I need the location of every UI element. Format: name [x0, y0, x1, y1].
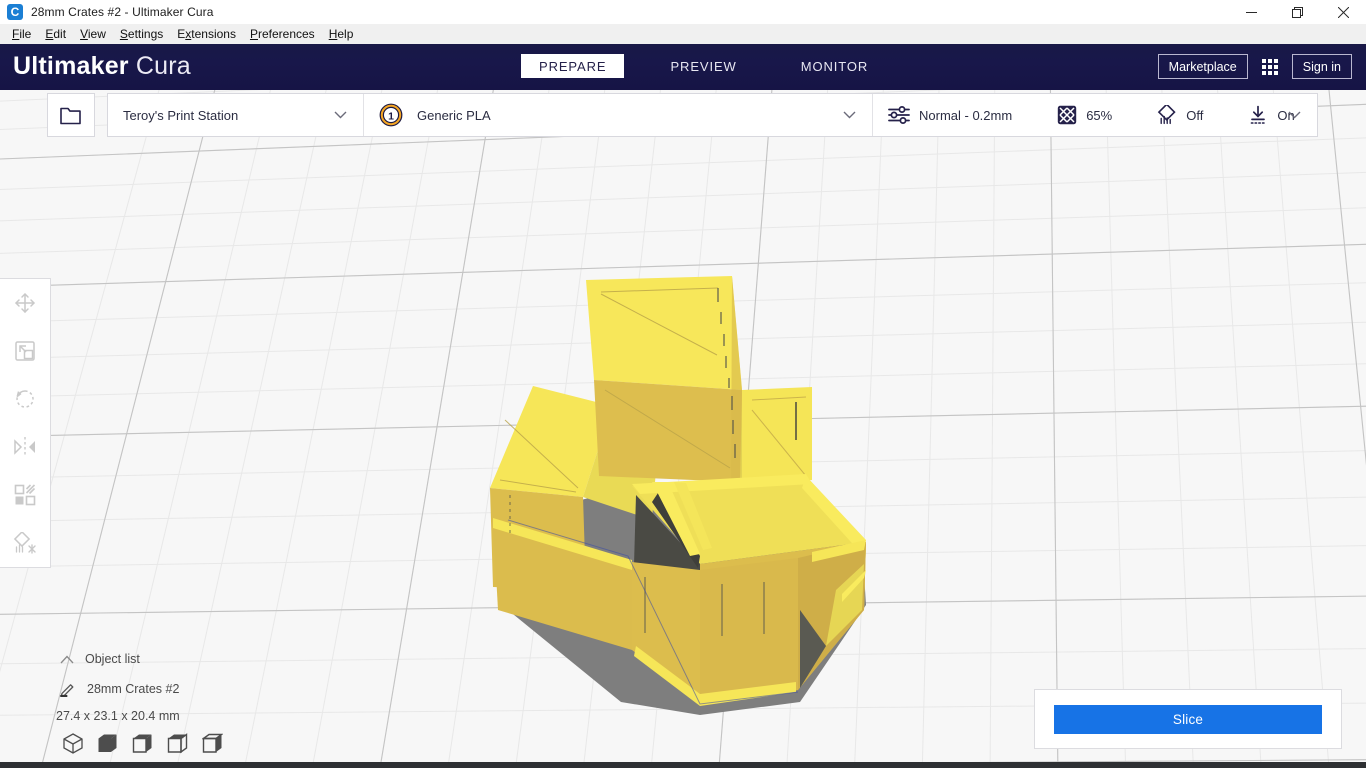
model-tools-panel [0, 278, 51, 568]
expand-settings-chevron-down-icon[interactable] [1288, 106, 1301, 124]
chevron-down-icon [334, 106, 347, 124]
app-brand: Ultimaker Cura [13, 52, 191, 81]
object-list-toggle[interactable]: Object list [60, 648, 180, 670]
object-list-label: Object list [85, 652, 140, 666]
support-blocker-icon [13, 532, 36, 554]
tab-preview[interactable]: PREVIEW [652, 54, 754, 78]
pencil-icon [60, 684, 74, 697]
build-plate-viewport[interactable] [0, 90, 1366, 762]
window-controls [1228, 0, 1366, 24]
per-model-icon [14, 484, 36, 506]
infill-value: 65% [1086, 107, 1113, 123]
maximize-icon[interactable] [1274, 0, 1320, 24]
chevron-up-icon [60, 655, 74, 663]
object-dimensions: 27.4 x 23.1 x 20.4 mm [56, 709, 180, 723]
printer-name: Teroy's Print Station [123, 107, 239, 123]
support-icon [1157, 105, 1177, 125]
rotate-tool[interactable] [0, 375, 50, 423]
print-settings-toolbar: Teroy's Print Station 1 Generic PLA Norm… [107, 93, 1318, 137]
rotate-icon [16, 390, 34, 408]
support-blocker-tool[interactable] [0, 519, 50, 567]
scale-tool[interactable] [0, 327, 50, 375]
chevron-down-icon [843, 106, 856, 124]
cura-application-window: C 28mm Crates #2 - Ultimaker Cura File E… [0, 0, 1366, 768]
brand-bold: Ultimaker [13, 52, 129, 80]
window-title: 28mm Crates #2 - Ultimaker Cura [31, 5, 214, 19]
status-bar [0, 762, 1366, 768]
marketplace-button[interactable]: Marketplace [1157, 54, 1248, 79]
support-value: Off [1186, 107, 1204, 123]
menu-item-help[interactable]: Help [322, 25, 361, 43]
header-actions: Marketplace Sign in [1157, 54, 1352, 79]
sliders-icon [888, 106, 910, 124]
svg-text:1: 1 [388, 110, 394, 122]
adhesion-icon [1248, 105, 1268, 125]
cube-front-icon [98, 734, 117, 752]
slice-panel: Slice [1034, 689, 1342, 749]
menu-bar: File Edit View Settings Extensions Prefe… [0, 24, 1366, 44]
printer-selector[interactable]: Teroy's Print Station [108, 94, 363, 136]
infill-setting[interactable]: 65% [1057, 105, 1112, 125]
mirror-icon [14, 437, 35, 457]
menu-item-view[interactable]: View [73, 25, 113, 43]
move-arrows-icon [15, 293, 35, 313]
print-setup-selector[interactable]: Normal - 0.2mm 65% Off On [873, 94, 1317, 136]
object-name: 28mm Crates #2 [87, 682, 180, 696]
sign-in-button[interactable]: Sign in [1291, 54, 1352, 79]
view-front[interactable] [97, 733, 118, 759]
cube-outline-icon [63, 733, 83, 754]
scale-icon [15, 341, 35, 361]
menu-item-preferences[interactable]: Preferences [243, 25, 322, 43]
object-list-panel: Object list 28mm Crates #2 27.4 x 23.1 x… [56, 648, 180, 723]
slice-button[interactable]: Slice [1054, 704, 1322, 734]
view-left[interactable] [167, 733, 188, 759]
menu-item-extensions[interactable]: Extensions [170, 25, 243, 43]
tab-monitor[interactable]: MONITOR [783, 54, 886, 78]
per-model-settings-tool[interactable] [0, 471, 50, 519]
stage-tabs: PREPARE PREVIEW MONITOR [521, 54, 886, 78]
build-plate-scene [0, 90, 1366, 762]
minimize-icon[interactable] [1228, 0, 1274, 24]
material-name: Generic PLA [417, 107, 491, 123]
folder-open-icon [60, 107, 81, 124]
open-file-button[interactable] [47, 93, 95, 137]
apps-grid-icon[interactable] [1261, 58, 1278, 75]
menu-item-settings[interactable]: Settings [113, 25, 170, 43]
cube-top-icon [132, 734, 152, 753]
extruder-1-icon: 1 [379, 103, 403, 127]
view-top[interactable] [132, 733, 153, 759]
view-3d[interactable] [63, 733, 83, 759]
object-list-item[interactable]: 28mm Crates #2 [60, 678, 180, 700]
quality-profile-label: Normal - 0.2mm [919, 107, 1013, 123]
infill-grid-icon [1057, 105, 1077, 125]
tab-prepare[interactable]: PREPARE [521, 54, 625, 78]
view-orientation-bar [63, 733, 224, 759]
cura-logo-icon: C [7, 4, 23, 20]
move-tool[interactable] [0, 279, 50, 327]
close-icon[interactable] [1320, 0, 1366, 24]
brand-light: Cura [135, 52, 191, 80]
cube-right-icon [201, 733, 224, 753]
menu-item-edit[interactable]: Edit [38, 25, 73, 43]
window-title-bar: C 28mm Crates #2 - Ultimaker Cura [0, 0, 1366, 24]
quality-profile[interactable]: Normal - 0.2mm [888, 106, 1012, 124]
menu-item-file[interactable]: File [5, 25, 38, 43]
material-selector[interactable]: 1 Generic PLA [364, 94, 872, 136]
cube-left-icon [167, 733, 188, 754]
mirror-tool[interactable] [0, 423, 50, 471]
support-setting[interactable]: Off [1157, 105, 1203, 125]
view-right[interactable] [201, 733, 224, 759]
